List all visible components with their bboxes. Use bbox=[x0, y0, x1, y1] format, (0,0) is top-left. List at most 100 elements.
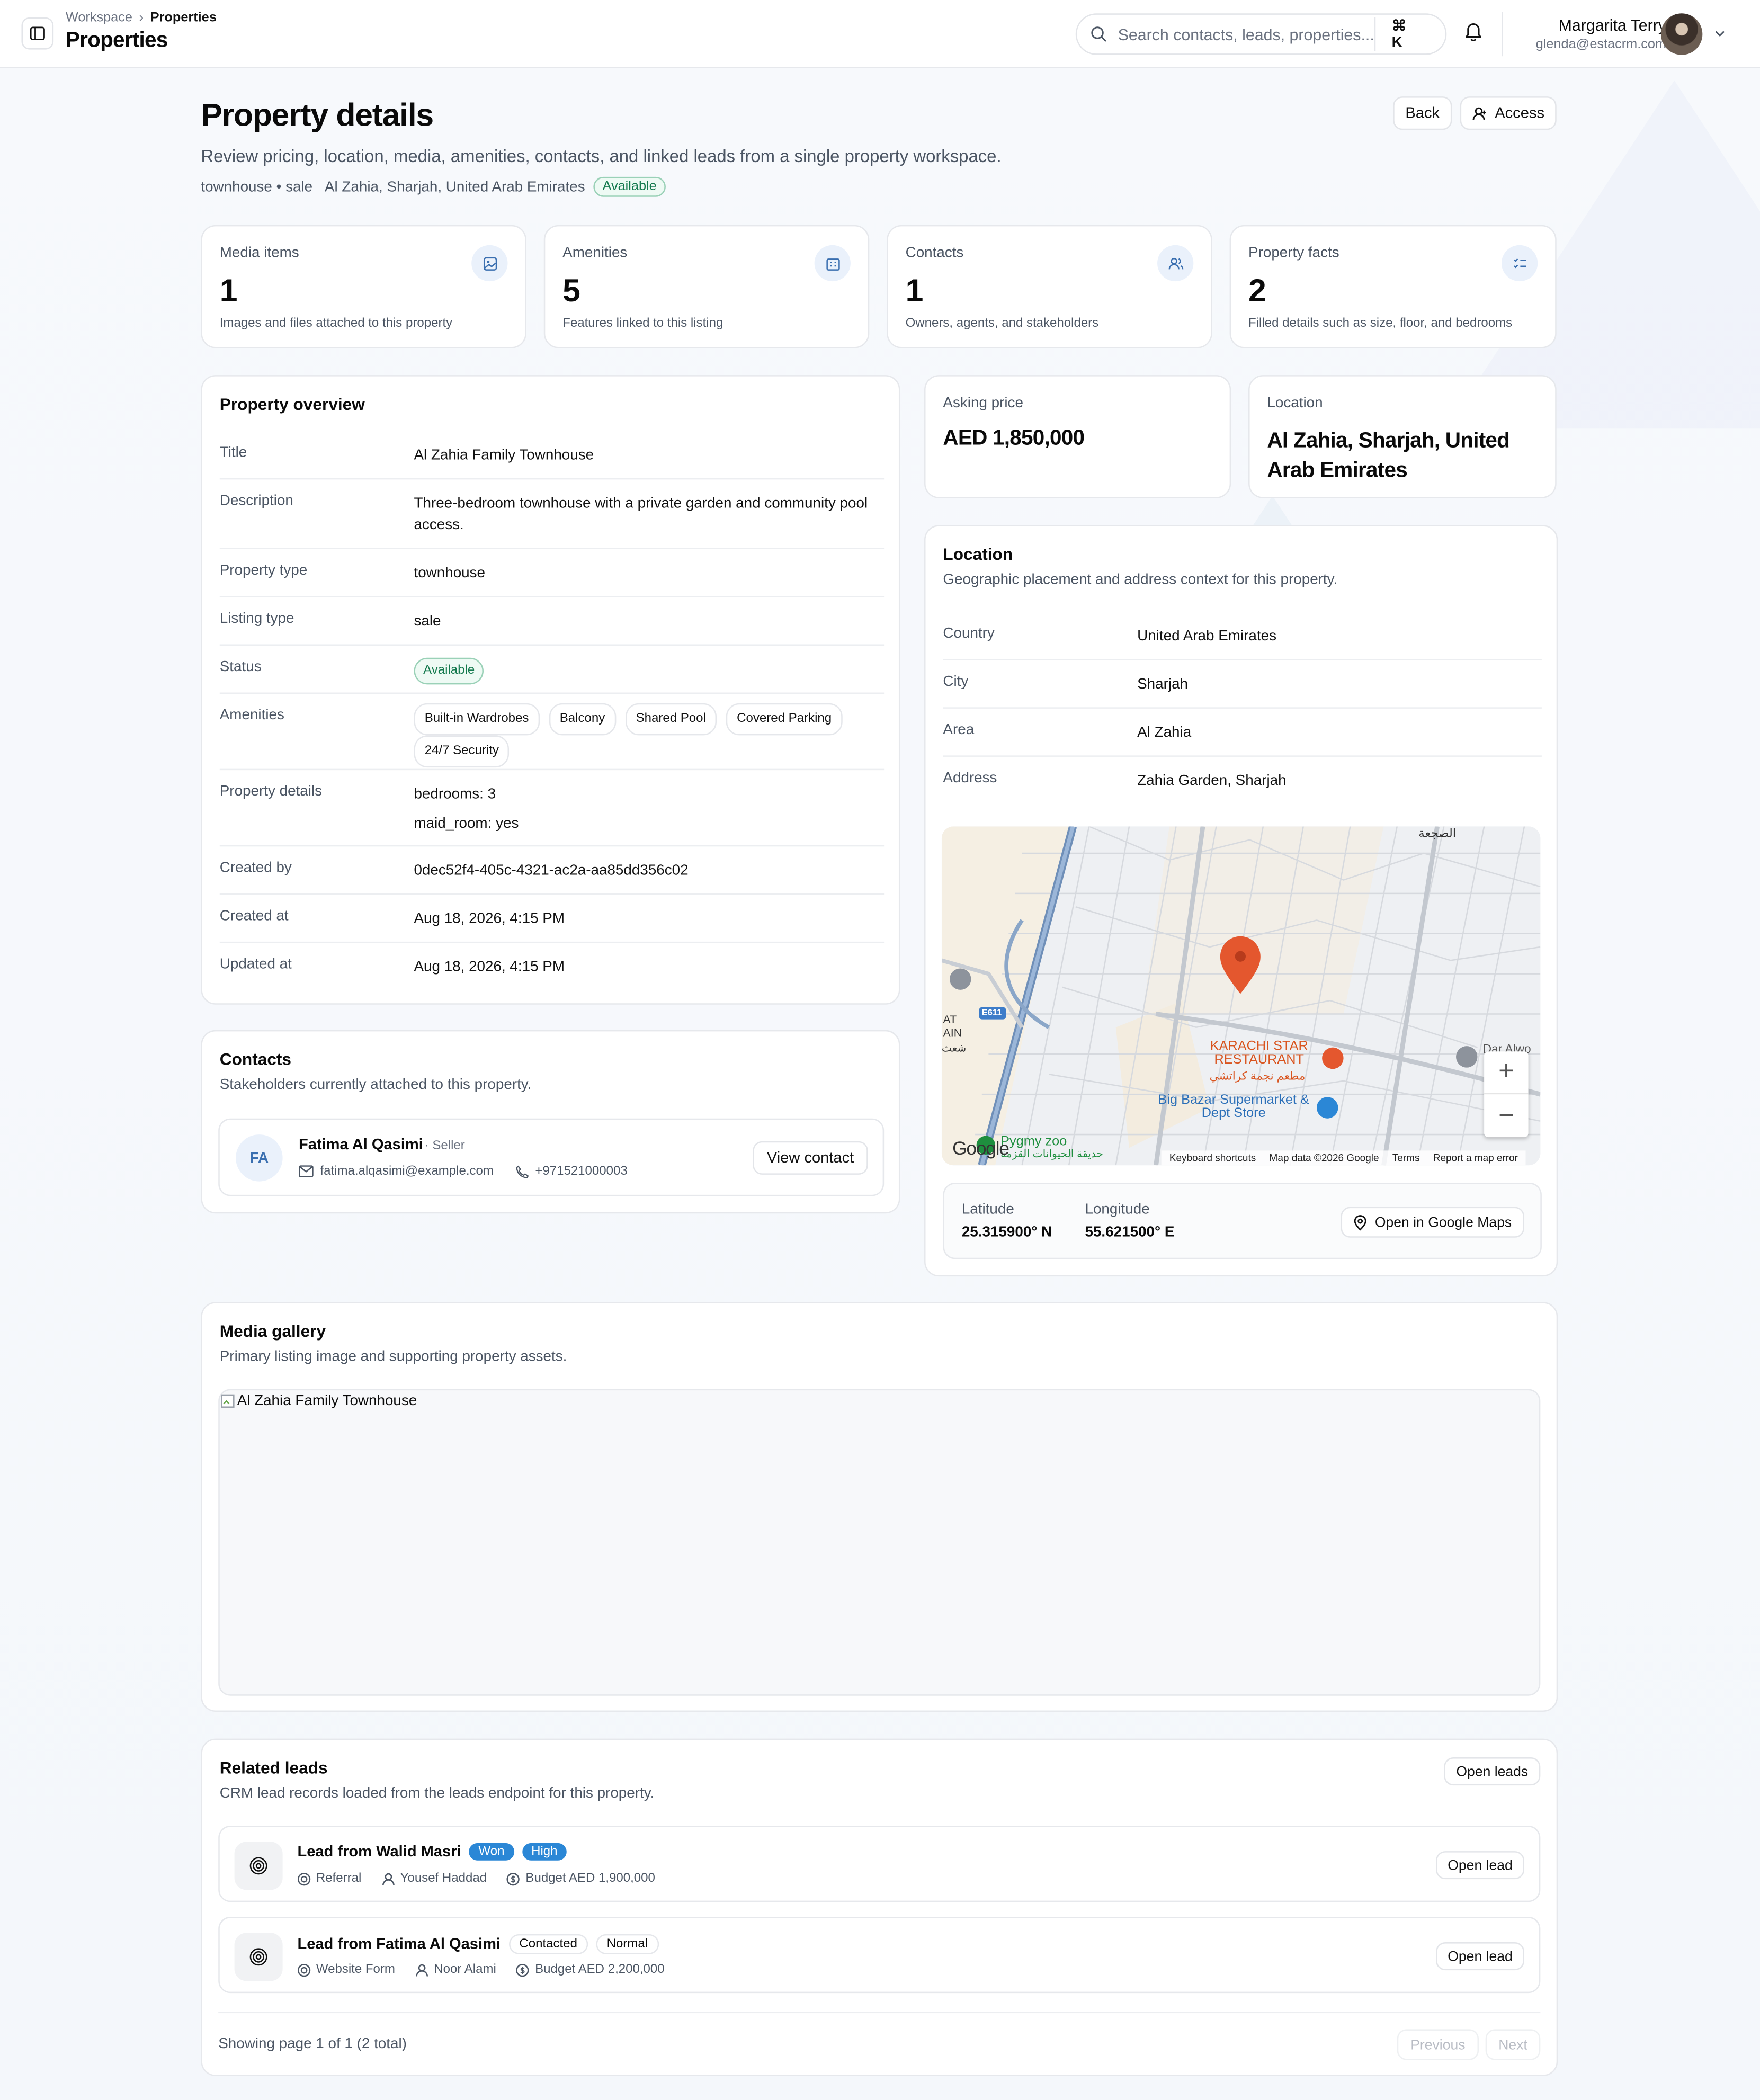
lead-priority-badge: High bbox=[522, 1843, 567, 1861]
view-contact-button[interactable]: View contact bbox=[753, 1141, 868, 1175]
zoom-in-icon[interactable]: + bbox=[1484, 1051, 1529, 1095]
location-row-address: Address Zahia Garden, Sharjah bbox=[943, 757, 1541, 805]
stat-label: Media items bbox=[219, 245, 299, 262]
row-value: Aug 18, 2026, 4:15 PM bbox=[414, 910, 565, 927]
open-lead-button[interactable]: Open lead bbox=[1436, 1942, 1525, 1971]
overview-row-property-details: Property details bedrooms: 3 maid_room: … bbox=[219, 770, 885, 847]
avatar[interactable] bbox=[1660, 13, 1703, 55]
breadcrumb: Workspace › Properties bbox=[66, 11, 217, 25]
divider bbox=[218, 2012, 1541, 2014]
map-label-area: الصجعة bbox=[1418, 826, 1457, 840]
map-label-zoo[interactable]: Pygmy zoo bbox=[1000, 1134, 1067, 1149]
previous-page-button[interactable]: Previous bbox=[1397, 2029, 1479, 2060]
map-label-area: شعث bbox=[941, 1042, 967, 1055]
user-icon bbox=[382, 1872, 395, 1885]
media-gallery-card: Media gallery Primary listing image and … bbox=[201, 1302, 1558, 1712]
search-placeholder: Search contacts, leads, properties... bbox=[1118, 24, 1374, 44]
contact-phone[interactable]: +971521000003 bbox=[535, 1164, 627, 1179]
card-title: Location bbox=[943, 545, 1013, 564]
stat-card-property-facts: Property facts 2 Filled details such as … bbox=[1229, 225, 1557, 348]
contact-item: FA Fatima Al Qasimi · Seller fatima.alqa… bbox=[218, 1118, 885, 1196]
access-button[interactable]: Access bbox=[1460, 96, 1557, 130]
lead-agent: Yousef Haddad bbox=[400, 1871, 487, 1886]
lead-priority-badge: Normal bbox=[596, 1934, 659, 1954]
chevron-down-icon[interactable] bbox=[1713, 27, 1727, 40]
card-subtitle: Primary listing image and supporting pro… bbox=[219, 1348, 567, 1365]
users-icon bbox=[1157, 245, 1194, 282]
lead-title: Lead from Walid Masri bbox=[297, 1844, 461, 1860]
meta-type: townhouse • sale bbox=[201, 178, 313, 195]
property-meta: townhouse • sale Al Zahia, Sharjah, Unit… bbox=[201, 176, 666, 197]
sidebar-toggle-button[interactable] bbox=[21, 17, 54, 50]
status-badge: Available bbox=[593, 176, 666, 197]
breadcrumb-workspace[interactable]: Workspace bbox=[66, 11, 132, 25]
coordinates-panel: Latitude 25.315900° N Longitude 55.62150… bbox=[943, 1183, 1542, 1259]
location-summary-card: Location Al Zahia, Sharjah, United Arab … bbox=[1248, 375, 1557, 498]
row-value: Al Zahia bbox=[1137, 725, 1192, 741]
lead-item[interactable]: Lead from Walid Masri Won High Referral … bbox=[218, 1826, 1541, 1902]
back-button[interactable]: Back bbox=[1393, 96, 1452, 130]
latitude-label: Latitude bbox=[961, 1201, 1014, 1218]
zoom-out-icon[interactable]: − bbox=[1484, 1094, 1528, 1137]
location-value: Al Zahia, Sharjah, United Arab Emirates bbox=[1267, 430, 1510, 482]
source-icon bbox=[297, 1872, 311, 1885]
mail-icon bbox=[298, 1165, 314, 1177]
stat-card-amenities: Amenities 5 Features linked to this list… bbox=[543, 225, 870, 348]
user-menu[interactable]: Margarita Terry glenda@estacrm.com bbox=[1536, 16, 1666, 52]
map-label-restaurant-ar: مطعم نجمة كراتشي bbox=[1209, 1069, 1306, 1083]
bell-icon[interactable] bbox=[1463, 20, 1484, 43]
row-key: City bbox=[943, 674, 969, 690]
map-label-restaurant[interactable]: KARACHI STAR RESTAURANT bbox=[1196, 1040, 1322, 1068]
overview-row-amenities: Amenities Built-in Wardrobes Balcony Sha… bbox=[219, 694, 885, 771]
report-error-link[interactable]: Report a map error bbox=[1433, 1152, 1518, 1164]
lead-title-row: Lead from Walid Masri Won High bbox=[297, 1843, 567, 1861]
stat-card-contacts: Contacts 1 Owners, agents, and stakehold… bbox=[887, 225, 1212, 348]
card-title: Related leads bbox=[219, 1758, 328, 1777]
row-key: Description bbox=[219, 493, 293, 510]
location-row-country: Country United Arab Emirates bbox=[943, 612, 1542, 660]
image-alt-text: Al Zahia Family Townhouse bbox=[237, 1393, 417, 1409]
sidebar-icon bbox=[30, 26, 45, 40]
stat-value: 1 bbox=[905, 273, 924, 310]
amenity-chip: Balcony bbox=[549, 703, 616, 736]
dollar-icon bbox=[516, 1963, 530, 1977]
detail-item: maid_room: yes bbox=[414, 816, 519, 832]
keyboard-shortcuts-link[interactable]: Keyboard shortcuts bbox=[1169, 1152, 1256, 1164]
overview-row-updated-at: Updated at Aug 18, 2026, 4:15 PM bbox=[220, 943, 884, 991]
terms-link[interactable]: Terms bbox=[1392, 1152, 1420, 1164]
next-page-button[interactable]: Next bbox=[1485, 2029, 1541, 2060]
overview-row-title: Title Al Zahia Family Townhouse bbox=[219, 431, 885, 480]
lead-item[interactable]: Lead from Fatima Al Qasimi Contacted Nor… bbox=[218, 1916, 1541, 1994]
lead-budget: Budget AED 1,900,000 bbox=[525, 1871, 655, 1886]
overview-row-status: Status Available bbox=[219, 646, 885, 694]
search-shortcut: ⌘ K bbox=[1374, 17, 1432, 51]
map-label-store[interactable]: Big Bazar Supermarket & Dept Store bbox=[1153, 1094, 1314, 1121]
access-label: Access bbox=[1495, 105, 1545, 121]
card-subtitle: CRM lead records loaded from the leads e… bbox=[219, 1785, 655, 1802]
map-footer: Keyboard shortcuts Map data ©2026 Google… bbox=[1161, 1150, 1526, 1166]
lead-status-badge: Contacted bbox=[508, 1934, 588, 1954]
building-icon bbox=[814, 245, 851, 282]
row-key: Property type bbox=[219, 562, 308, 579]
search-input[interactable]: Search contacts, leads, properties... ⌘ … bbox=[1075, 13, 1447, 55]
contact-name: Fatima Al Qasimi bbox=[298, 1137, 423, 1154]
image-icon bbox=[471, 245, 508, 282]
property-overview-card: Property overview Title Al Zahia Family … bbox=[201, 375, 900, 1005]
detail-item: bedrooms: 3 bbox=[414, 786, 496, 802]
row-key: Status bbox=[219, 659, 262, 675]
primary-image[interactable]: Al Zahia Family Townhouse bbox=[218, 1389, 1541, 1696]
open-leads-button[interactable]: Open leads bbox=[1444, 1757, 1541, 1786]
location-label: Location bbox=[1267, 395, 1323, 412]
amenity-chip: 24/7 Security bbox=[414, 735, 510, 768]
breadcrumb-properties: Properties bbox=[150, 11, 217, 26]
lead-meta: Website Form Noor Alami Budget AED 2,200… bbox=[297, 1962, 665, 1977]
page-heading: Property details bbox=[201, 97, 434, 134]
open-lead-button[interactable]: Open lead bbox=[1436, 1851, 1525, 1880]
open-google-maps-button[interactable]: Open in Google Maps bbox=[1341, 1207, 1525, 1238]
lead-title-row: Lead from Fatima Al Qasimi Contacted Nor… bbox=[297, 1934, 659, 1954]
map-view[interactable]: E611 الصجعة AT AIN شعث Dar Alwo KARACHI … bbox=[941, 826, 1541, 1166]
contact-email[interactable]: fatima.alqasimi@example.com bbox=[320, 1164, 494, 1179]
lead-source: Website Form bbox=[316, 1962, 395, 1977]
stat-description: Images and files attached to this proper… bbox=[219, 316, 453, 331]
target-icon bbox=[234, 1933, 283, 1981]
